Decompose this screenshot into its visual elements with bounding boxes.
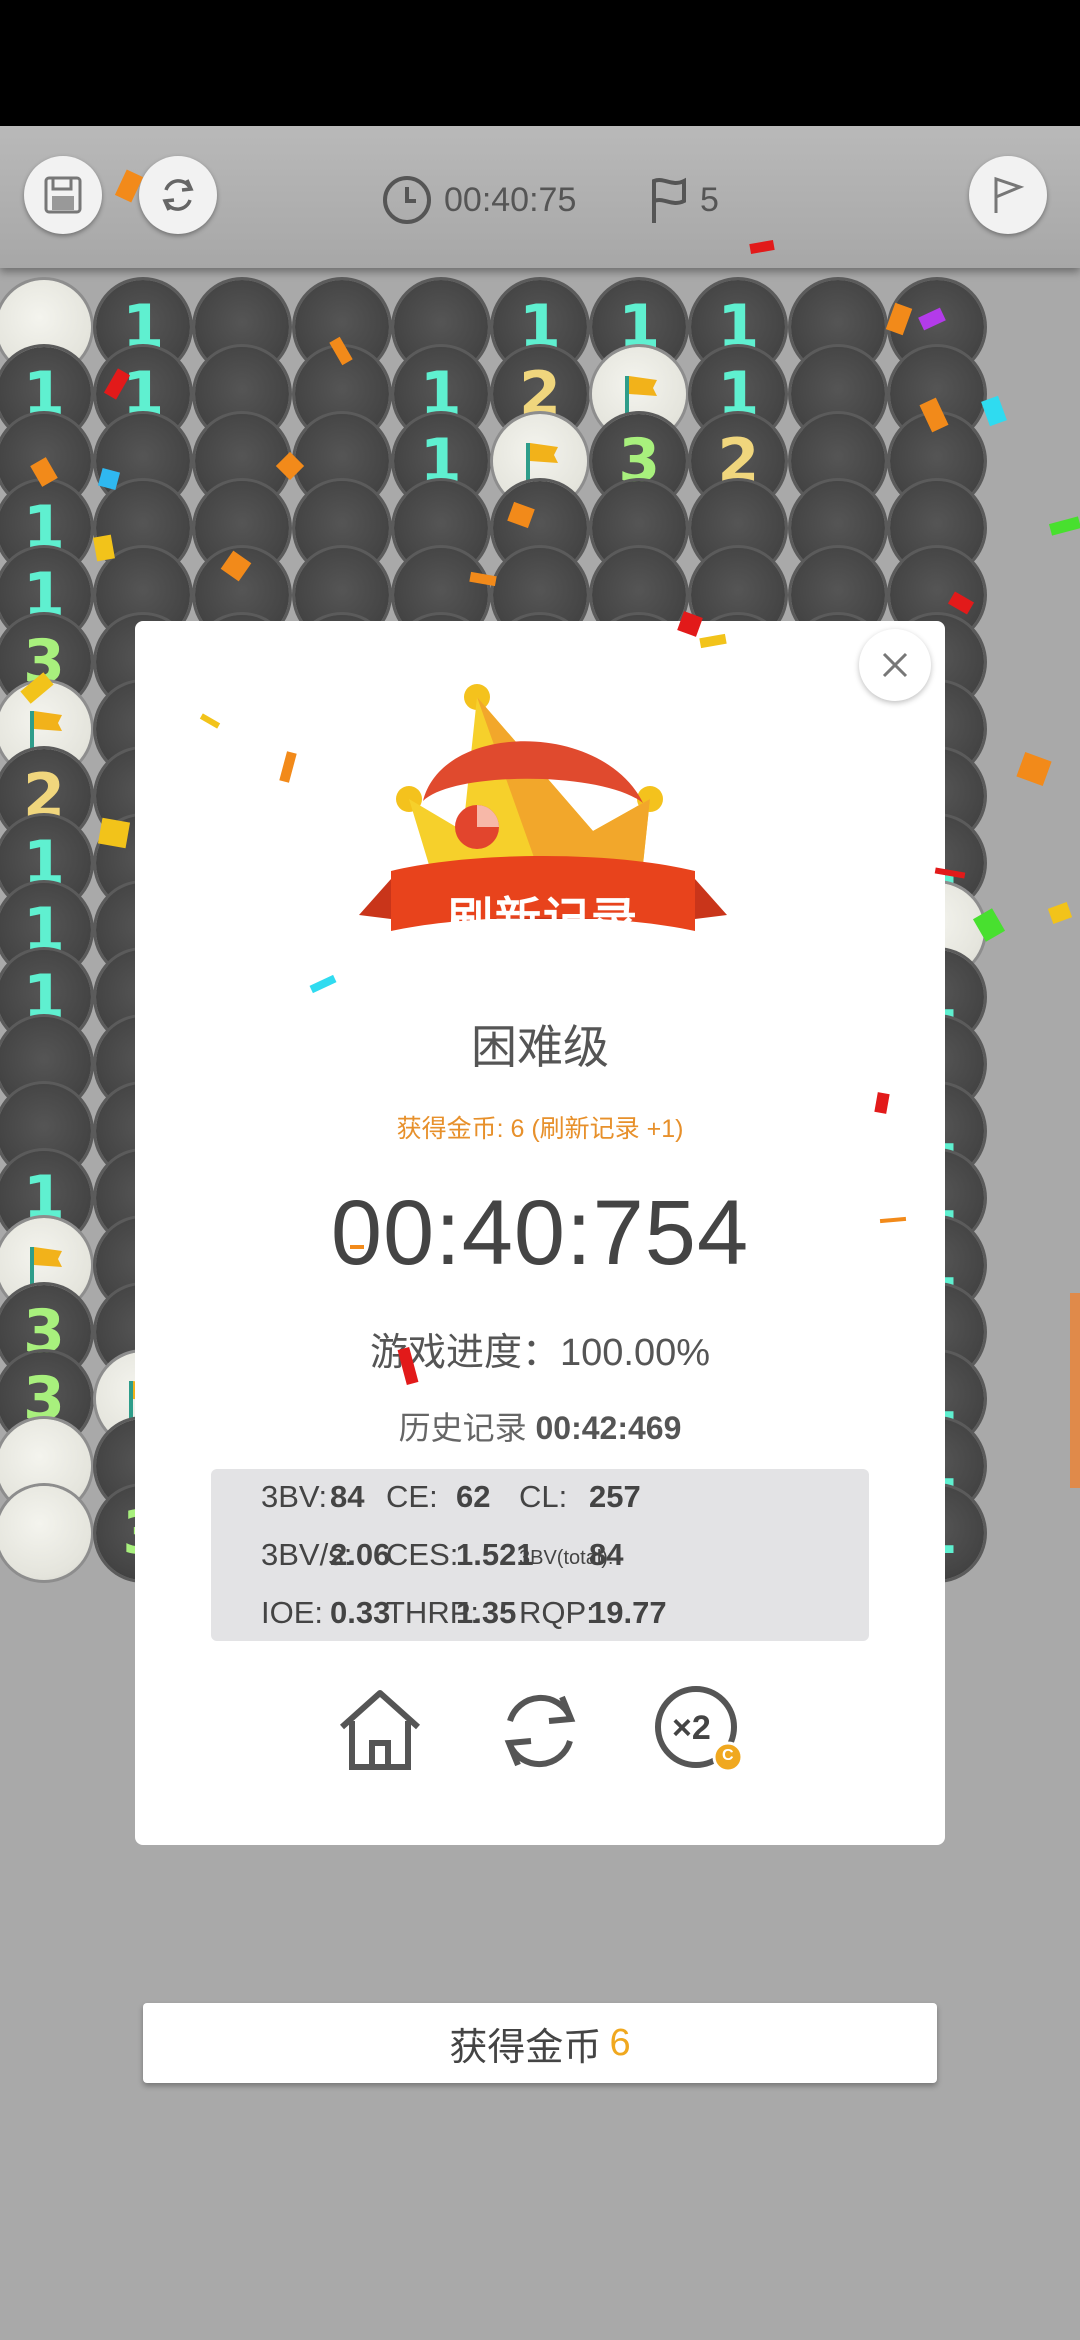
stat-value: 0.33 <box>330 1595 391 1630</box>
stat-label: CE: <box>386 1479 438 1514</box>
coins-earned-bar: 获得金币 6 <box>143 2003 937 2083</box>
stat-value: 19.77 <box>589 1595 667 1630</box>
flag-icon <box>625 376 658 414</box>
flag-icon <box>30 711 62 749</box>
refresh-icon <box>162 179 194 211</box>
difficulty-title: 困难级 <box>471 1021 609 1073</box>
save-icon <box>44 176 82 214</box>
restart-button[interactable] <box>139 156 217 234</box>
close-icon <box>882 652 908 678</box>
stat-label: 3BV: <box>261 1479 328 1514</box>
replay-button[interactable] <box>490 1681 590 1781</box>
save-button[interactable] <box>24 156 102 234</box>
empty-cell[interactable] <box>0 1486 91 1580</box>
history-label: 历史记录 <box>398 1410 527 1446</box>
stat-label: CES: <box>386 1537 459 1572</box>
status-bar <box>0 0 1080 126</box>
stat-value: 84 <box>330 1479 365 1514</box>
stat-label: RQP: <box>519 1595 595 1630</box>
flag-outline-icon <box>994 176 1025 213</box>
flag-icon <box>30 1247 62 1285</box>
coins-label: 获得金币 <box>449 2026 602 2069</box>
stat-value: 257 <box>589 1479 641 1514</box>
stats-panel: 3BV: 84 CE: 62 CL: 257 3BV/s: 2.06 CES: … <box>211 1469 869 1641</box>
flag-icon <box>526 443 558 481</box>
progress-text: 游戏进度：100.00% <box>369 1332 710 1374</box>
home-button[interactable] <box>330 1681 430 1781</box>
stat-value: 62 <box>456 1479 491 1514</box>
double-label: ×2 <box>672 1709 711 1747</box>
refresh-icon <box>504 1694 576 1768</box>
flag-counter: 5 <box>642 170 719 230</box>
history-value: 00:42:469 <box>535 1410 682 1446</box>
stat-label: IOE: <box>261 1595 324 1630</box>
new-record-banner: 刷新记录 <box>447 893 639 945</box>
stat-value: 1.35 <box>456 1595 517 1630</box>
stat-value: 84 <box>589 1537 624 1572</box>
history-record: 历史记录 00:42:469 <box>135 1403 945 1449</box>
close-button[interactable] <box>859 629 931 701</box>
dialog-actions: ×2 C <box>135 1681 945 1781</box>
reward-text: 获得金币: 6 (刷新记录 +1) <box>396 1115 684 1143</box>
home-icon <box>339 1690 421 1770</box>
clock-icon <box>383 176 431 224</box>
scroll-handle[interactable] <box>1070 1293 1080 1488</box>
stat-label: CL: <box>519 1479 568 1514</box>
stat-value: 2.06 <box>330 1537 391 1572</box>
flag-mode-button[interactable] <box>969 156 1047 234</box>
coin-badge: C <box>722 1747 734 1764</box>
flag-count-value: 5 <box>700 180 719 219</box>
coins-amount: 6 <box>609 2021 631 2064</box>
final-time: 00:40:754 <box>330 1182 750 1284</box>
result-dialog: 刷新记录 困难级 获得金币: 6 (刷新记录 +1) 00:40:754 游戏进… <box>135 621 945 1845</box>
game-timer: 00:40:75 <box>380 170 576 230</box>
double-coins-button[interactable]: ×2 C <box>650 1681 750 1781</box>
timer-value: 00:40:75 <box>444 180 577 219</box>
flag-icon <box>652 177 686 223</box>
